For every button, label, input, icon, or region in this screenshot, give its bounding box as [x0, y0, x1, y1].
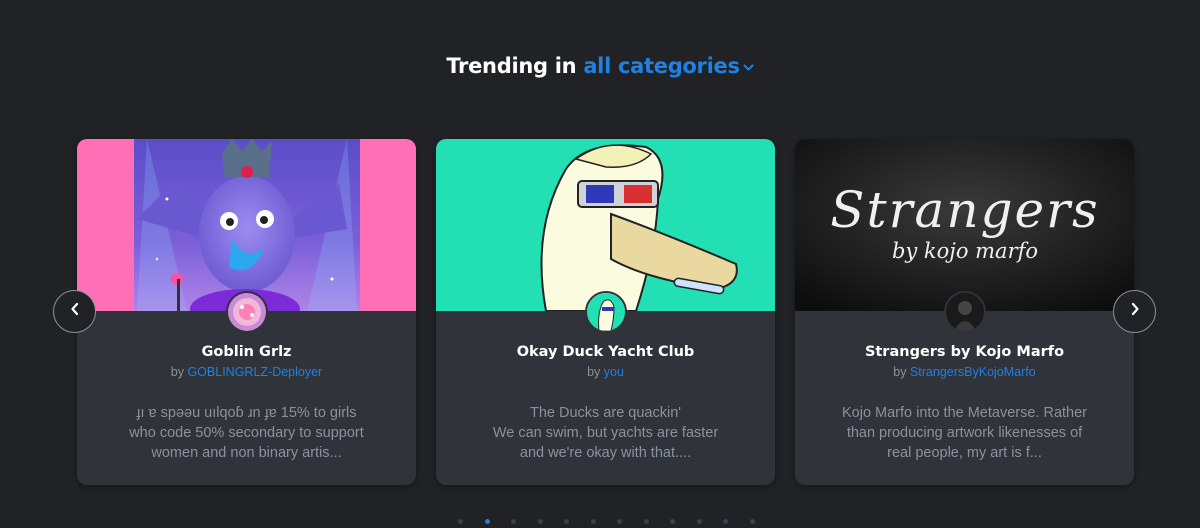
pagination-dot[interactable] [458, 519, 463, 524]
description-line: We can swim, but yachts are faster [492, 425, 719, 441]
pagination-dot[interactable] [670, 519, 675, 524]
pagination-dot[interactable] [564, 519, 569, 524]
collection-title[interactable]: Goblin Grlz [77, 344, 416, 360]
carousel-pagination [458, 519, 776, 524]
by-label: by [170, 365, 184, 379]
collection-avatar[interactable] [944, 291, 986, 333]
description-line: ɟı ɐ spəəu uılqoɓ ɹn ɟɐ 15% to girls [136, 405, 357, 421]
pagination-dot[interactable] [749, 519, 755, 524]
pagination-dot[interactable] [590, 519, 596, 524]
category-dropdown[interactable]: all categories [583, 53, 754, 78]
collection-description: The Ducks are quackin' We can swim, but … [466, 403, 745, 465]
collection-banner-image: Strangers by kojo marfo [795, 139, 1134, 311]
description-line: than producing artwork likenesses of [846, 425, 1083, 441]
creator-link[interactable]: StrangersByKojoMarfo [910, 365, 1036, 379]
description-line: women and non binary artis... [151, 445, 342, 461]
pagination-dot[interactable] [643, 519, 649, 524]
pagination-dot[interactable] [537, 519, 543, 524]
carousel-prev-button[interactable] [53, 290, 96, 333]
collection-description: Kojo Marfo into the Metaverse. Rather th… [825, 403, 1104, 465]
chevron-right-icon [1130, 302, 1140, 321]
banner-subtitle: by kojo marfo [892, 239, 1038, 263]
by-label: by [893, 365, 907, 379]
creator-link[interactable]: you [604, 365, 624, 379]
by-label: by [587, 365, 601, 379]
collection-description: ɟı ɐ spəəu uılqoɓ ɹn ɟɐ 15% to girls who… [107, 403, 386, 465]
collection-card-strangers[interactable]: Strangers by kojo marfo Strangers by Koj… [795, 139, 1134, 485]
description-line: who code 50% secondary to support [129, 425, 364, 441]
collection-card-okay-duck-yacht-club[interactable]: Okay Duck Yacht Club by you The Ducks ar… [436, 139, 775, 485]
collection-title[interactable]: Strangers by Kojo Marfo [795, 344, 1134, 360]
collection-banner-image [77, 139, 416, 311]
trending-heading: Trending in all categories [0, 54, 1200, 78]
banner-title: Strangers [830, 181, 1099, 239]
pagination-dot[interactable] [617, 519, 622, 524]
description-line: real people, my art is f... [887, 445, 1042, 461]
pagination-dot[interactable] [696, 519, 702, 524]
collection-avatar[interactable] [585, 291, 627, 333]
collection-byline: by StrangersByKojoMarfo [795, 365, 1134, 379]
description-line: Kojo Marfo into the Metaverse. Rather [841, 405, 1087, 421]
collection-card-goblin-grlz[interactable]: Goblin Grlz by GOBLINGRLZ-Deployer ɟı ɐ … [77, 139, 416, 485]
carousel-next-button[interactable] [1113, 290, 1156, 333]
chevron-left-icon [70, 302, 80, 321]
category-label: all categories [583, 54, 740, 78]
pagination-dot[interactable] [484, 519, 490, 524]
description-line: The Ducks are quackin' [529, 405, 682, 421]
creator-link[interactable]: GOBLINGRLZ-Deployer [187, 365, 322, 379]
collection-avatar[interactable] [226, 291, 268, 333]
chevron-down-icon [743, 53, 754, 77]
description-line: and we're okay with that.... [519, 445, 692, 461]
collection-title[interactable]: Okay Duck Yacht Club [436, 344, 775, 360]
heading-prefix: Trending in [446, 54, 577, 78]
collection-byline: by you [436, 365, 775, 379]
collection-banner-image [436, 139, 775, 311]
collection-byline: by GOBLINGRLZ-Deployer [77, 365, 416, 379]
pagination-dot[interactable] [723, 519, 728, 524]
pagination-dot[interactable] [511, 519, 516, 524]
